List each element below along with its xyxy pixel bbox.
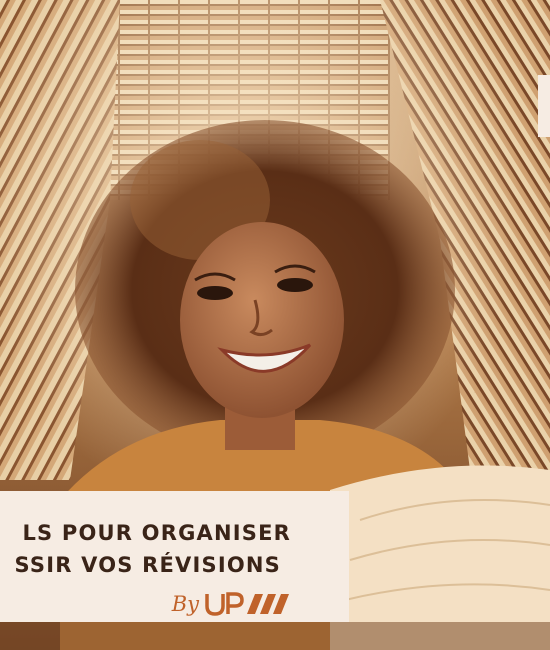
corner-tab xyxy=(538,75,550,137)
byline: By xyxy=(172,591,293,617)
caption-line-2: SSIR VOS RÉVISIONS xyxy=(14,553,281,577)
caption-banner: LS POUR ORGANISER SSIR VOS RÉVISIONS By xyxy=(0,491,349,622)
caption-line-1: LS POUR ORGANISER xyxy=(22,521,291,545)
by-text: By xyxy=(171,592,199,616)
up-logo-icon xyxy=(205,592,289,616)
